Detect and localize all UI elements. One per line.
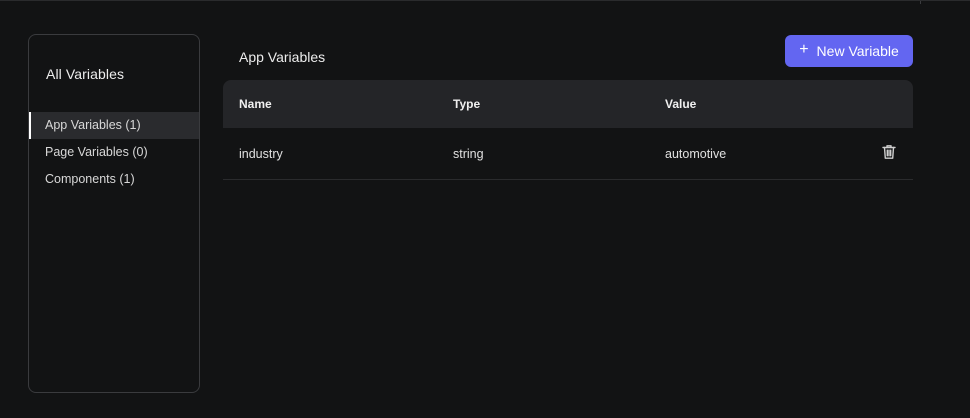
table-row: industry string automotive <box>223 128 913 180</box>
window-edge-mark <box>920 1 921 4</box>
variables-table: Name Type Value industry string automoti… <box>223 80 913 180</box>
trash-icon[interactable] <box>882 144 896 160</box>
sidebar-title: All Variables <box>46 66 125 82</box>
sidebar-item-page-variables[interactable]: Page Variables (0) <box>29 139 200 166</box>
column-header-type: Type <box>453 97 481 111</box>
plus-icon: + <box>799 41 809 58</box>
new-variable-label: New Variable <box>816 43 899 59</box>
table-header: Name Type Value <box>223 80 913 128</box>
cell-name: industry <box>239 146 283 161</box>
column-header-name: Name <box>239 97 272 111</box>
sidebar-item-app-variables[interactable]: App Variables (1) <box>29 112 199 139</box>
page-title: App Variables <box>239 49 326 65</box>
cell-type: string <box>453 146 484 161</box>
sidebar-list: App Variables (1) Page Variables (0) Com… <box>29 112 200 193</box>
variables-panel: All Variables App Variables (1) Page Var… <box>0 0 970 418</box>
column-header-value: Value <box>665 97 697 111</box>
cell-value: automotive <box>665 146 727 161</box>
variables-sidebar: All Variables App Variables (1) Page Var… <box>28 34 200 393</box>
new-variable-button[interactable]: + New Variable <box>785 35 913 67</box>
sidebar-item-components[interactable]: Components (1) <box>29 166 200 193</box>
